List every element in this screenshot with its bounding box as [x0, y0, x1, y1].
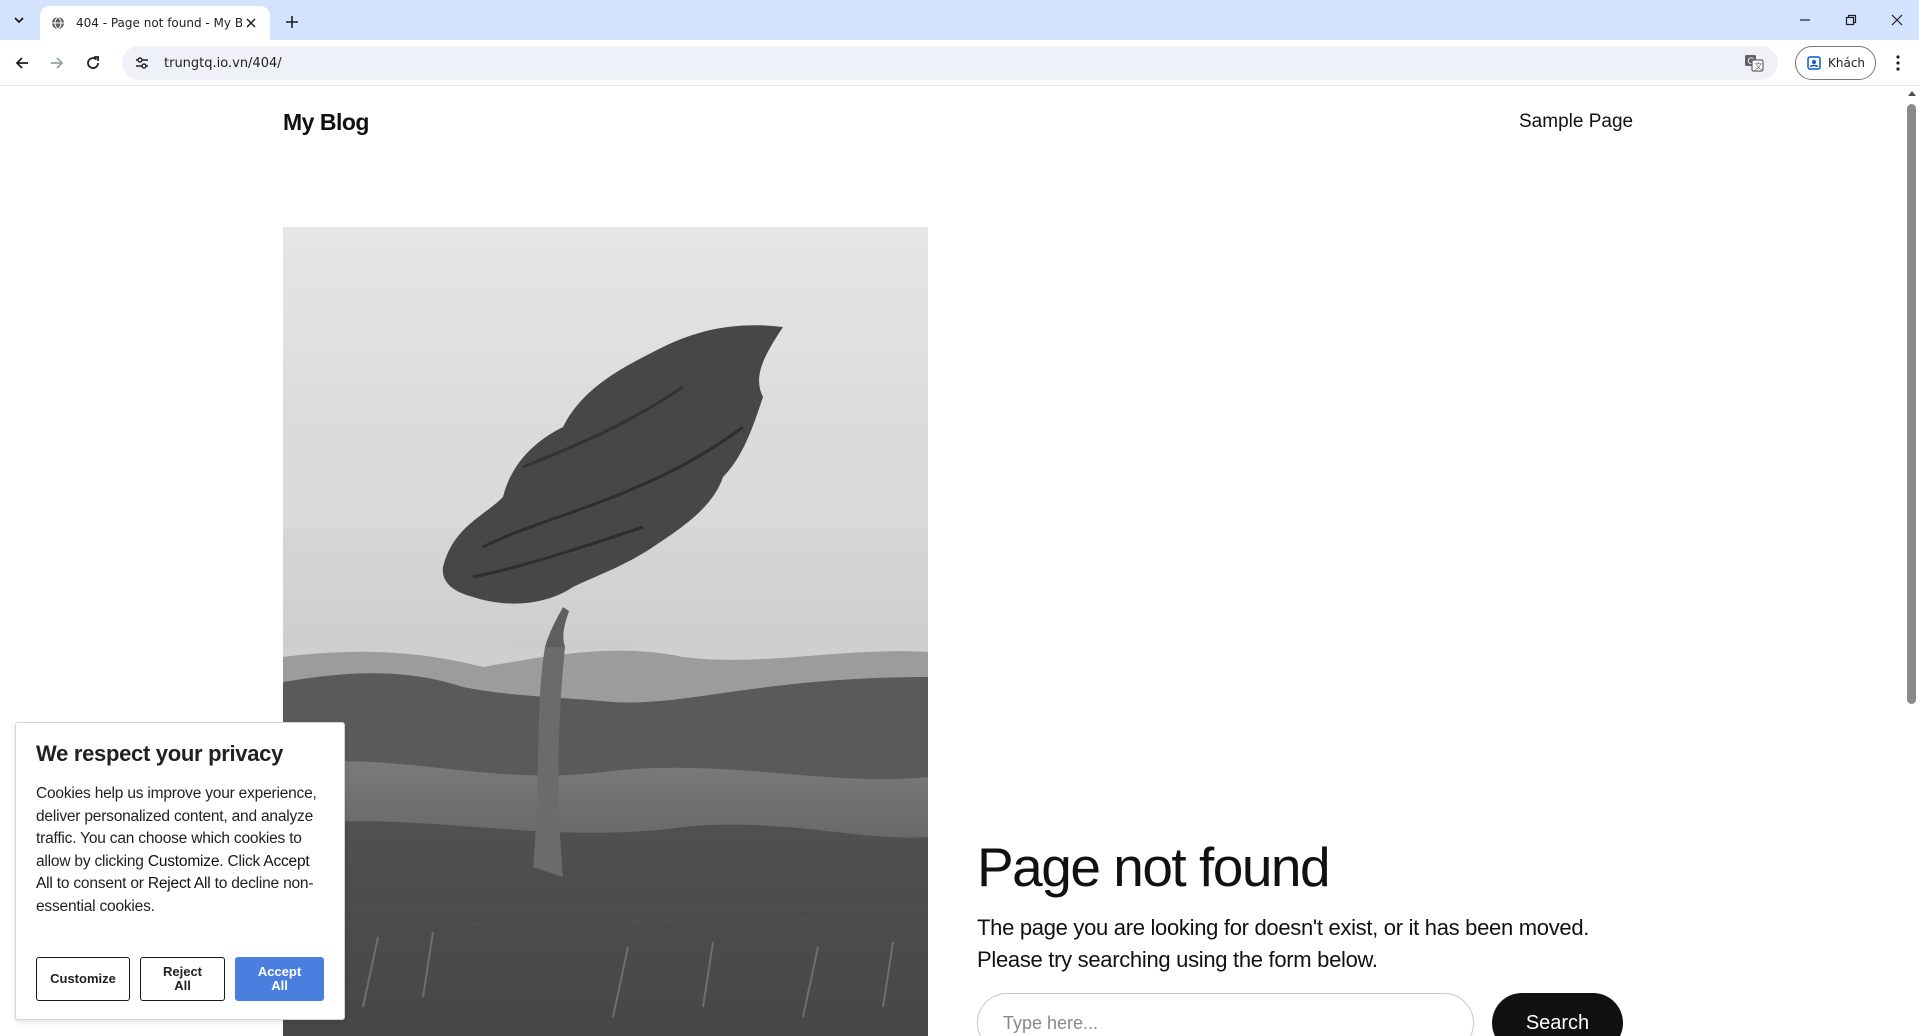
scroll-thumb[interactable]	[1907, 104, 1916, 704]
scroll-up-arrow-icon[interactable]	[1908, 91, 1916, 96]
cookie-body-text: to consent or	[52, 875, 148, 892]
close-icon	[1891, 14, 1903, 26]
minimize-button[interactable]	[1782, 0, 1828, 40]
tab-title: 404 - Page not found - My Blog	[76, 16, 242, 30]
cookie-button-row: Customize Reject All Accept All	[36, 957, 324, 1001]
hero-image	[283, 227, 928, 1036]
page-not-found-message: The page you are looking for doesn't exi…	[977, 915, 1590, 972]
search-input[interactable]: Type here...	[977, 993, 1474, 1036]
more-vertical-icon	[1896, 55, 1900, 71]
profile-label: Khách	[1827, 56, 1866, 70]
restore-button[interactable]	[1828, 0, 1874, 40]
chevron-down-icon	[14, 17, 24, 24]
restore-icon	[1845, 14, 1857, 26]
new-tab-button[interactable]	[280, 10, 304, 34]
svg-text:文: 文	[1755, 61, 1763, 71]
customize-button[interactable]: Customize	[36, 957, 130, 1001]
forward-button[interactable]	[43, 49, 71, 77]
tab-active[interactable]: 404 - Page not found - My Blog	[40, 6, 270, 40]
page-viewport: My Blog Sample Page Page not found The p…	[0, 87, 1904, 1036]
search-button[interactable]: Search	[1492, 993, 1623, 1036]
close-icon[interactable]	[242, 14, 260, 32]
reload-icon	[87, 56, 99, 69]
cookie-body-reject: Reject All	[147, 875, 211, 892]
browser-menu-button[interactable]	[1884, 49, 1912, 77]
page-scrollbar[interactable]	[1904, 87, 1919, 1036]
close-window-button[interactable]	[1874, 0, 1919, 40]
cookie-body-text: . Click	[219, 852, 264, 870]
address-bar[interactable]: trungtq.io.vn/404/ G文	[122, 46, 1778, 80]
globe-icon	[50, 15, 66, 31]
nav-link-sample-page[interactable]: Sample Page	[1519, 111, 1633, 133]
translate-icon[interactable]: G文	[1744, 53, 1764, 73]
minimize-icon	[1800, 19, 1810, 21]
arrow-right-icon	[51, 57, 64, 69]
cookie-banner: We respect your privacy Cookies help us …	[15, 722, 345, 1020]
accept-all-button[interactable]: Accept All	[235, 957, 324, 1001]
tab-strip: 404 - Page not found - My Blog	[0, 0, 1919, 40]
url-text[interactable]: trungtq.io.vn/404/	[164, 56, 282, 71]
reload-button[interactable]	[79, 49, 107, 77]
tune-icon[interactable]	[132, 53, 152, 73]
profile-button[interactable]: Khách	[1795, 46, 1876, 80]
person-icon	[1807, 56, 1821, 70]
cookie-banner-title: We respect your privacy	[36, 741, 284, 766]
arrow-left-icon	[15, 57, 28, 69]
cookie-banner-body: Cookies help us improve your experience,…	[36, 783, 324, 918]
tab-list-button[interactable]	[6, 8, 32, 32]
reject-all-button[interactable]: Reject All	[140, 957, 225, 1001]
page-not-found-heading: Page not found	[977, 836, 1331, 898]
site-title[interactable]: My Blog	[283, 109, 369, 136]
back-button[interactable]	[8, 49, 36, 77]
plus-icon	[286, 16, 298, 28]
browser-toolbar: trungtq.io.vn/404/ G文 Khách	[0, 40, 1919, 86]
cookie-body-customize: Customize	[147, 852, 220, 870]
